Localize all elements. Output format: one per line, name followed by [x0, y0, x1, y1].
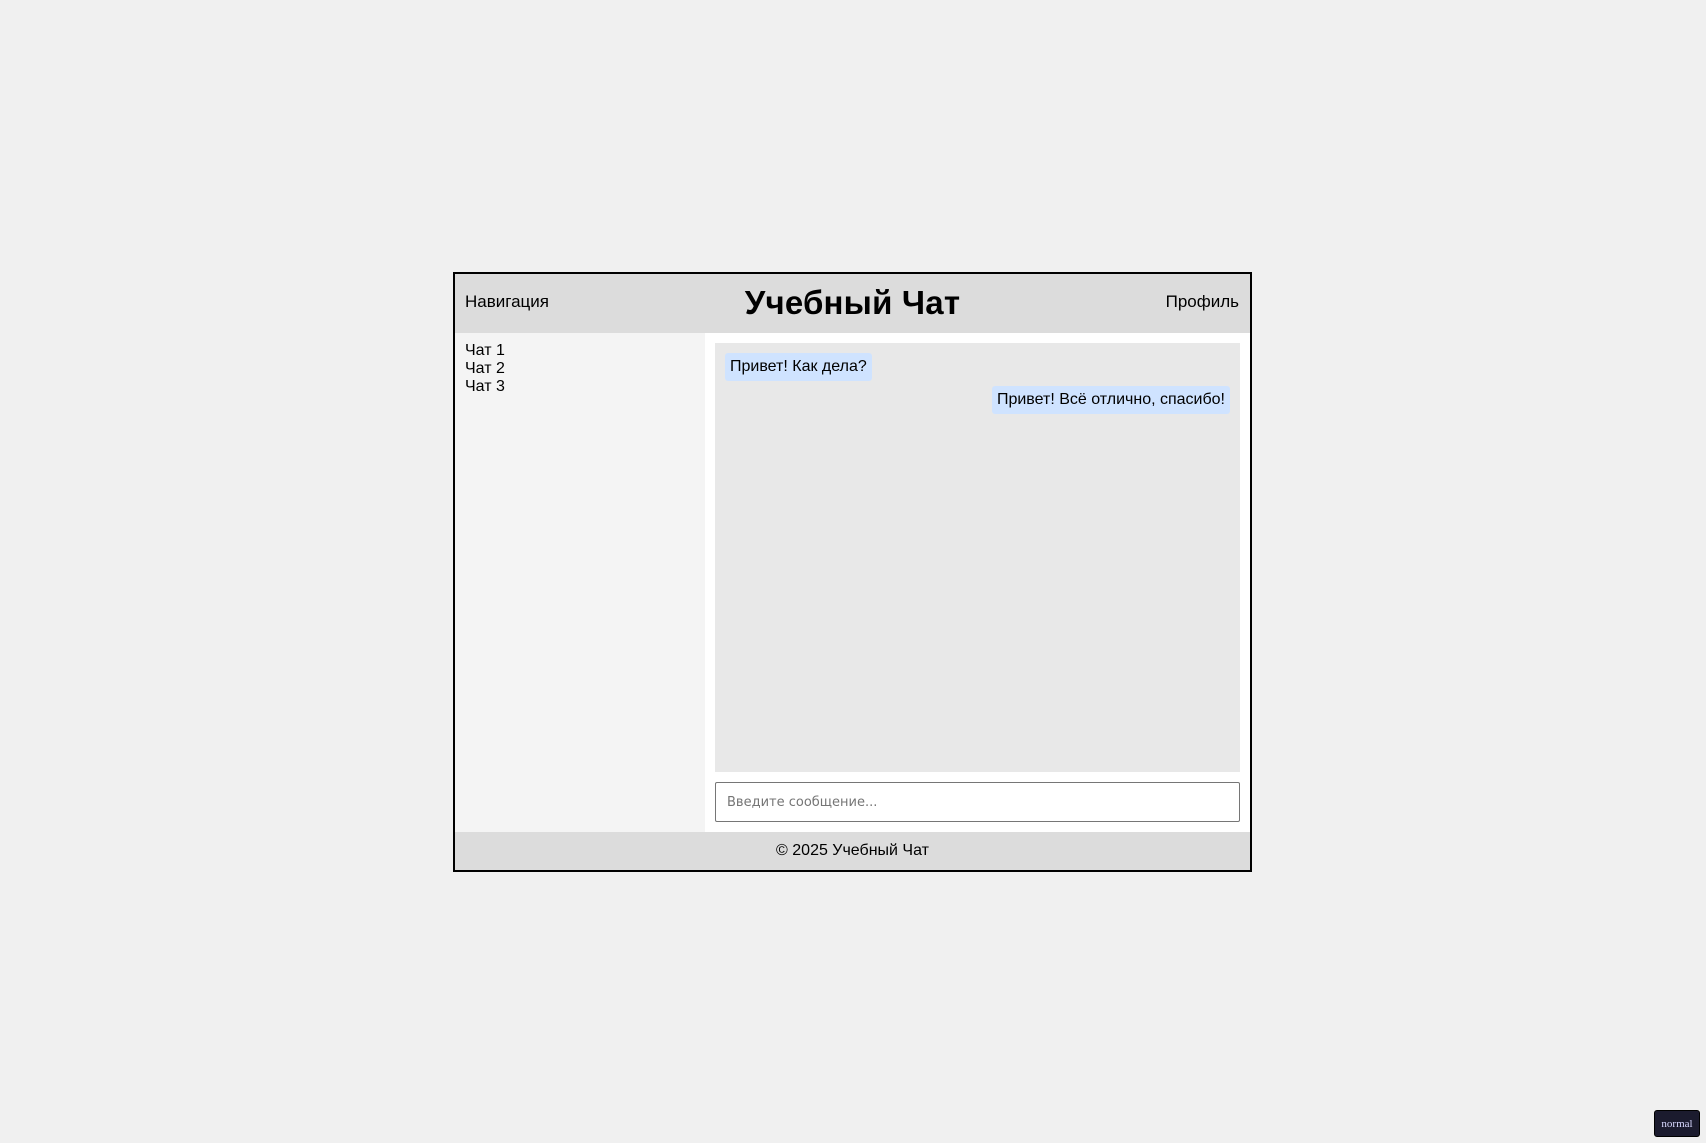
page-title: Учебный Чат — [744, 284, 961, 321]
mode-badge-label: normal — [1661, 1117, 1693, 1130]
app-footer: © 2025 Учебный Чат — [455, 832, 1250, 870]
chat-panel: Привет! Как дела? Привет! Всё отлично, с… — [705, 333, 1250, 832]
content-area: Чат 1 Чат 2 Чат 3 Привет! Как дела? Прив… — [455, 333, 1250, 832]
message-list[interactable]: Привет! Как дела? Привет! Всё отлично, с… — [715, 343, 1240, 773]
sidebar-item-chat-1[interactable]: Чат 1 — [465, 342, 695, 360]
sidebar-item-chat-2[interactable]: Чат 2 — [465, 360, 695, 378]
chat-list-sidebar: Чат 1 Чат 2 Чат 3 — [455, 333, 705, 832]
chat-app-window: Навигация Учебный Чат Профиль Чат 1 Чат … — [453, 272, 1252, 872]
mode-badge: normal — [1654, 1110, 1700, 1137]
message-bubble-outgoing: Привет! Всё отлично, спасибо! — [991, 386, 1230, 414]
profile-link[interactable]: Профиль — [1166, 292, 1239, 312]
message-bubble-incoming: Привет! Как дела? — [725, 353, 872, 381]
sidebar-item-chat-3[interactable]: Чат 3 — [465, 378, 695, 396]
message-input[interactable] — [715, 782, 1240, 822]
app-header: Навигация Учебный Чат Профиль — [455, 274, 1250, 333]
footer-copyright: © 2025 Учебный Чат — [776, 842, 929, 859]
